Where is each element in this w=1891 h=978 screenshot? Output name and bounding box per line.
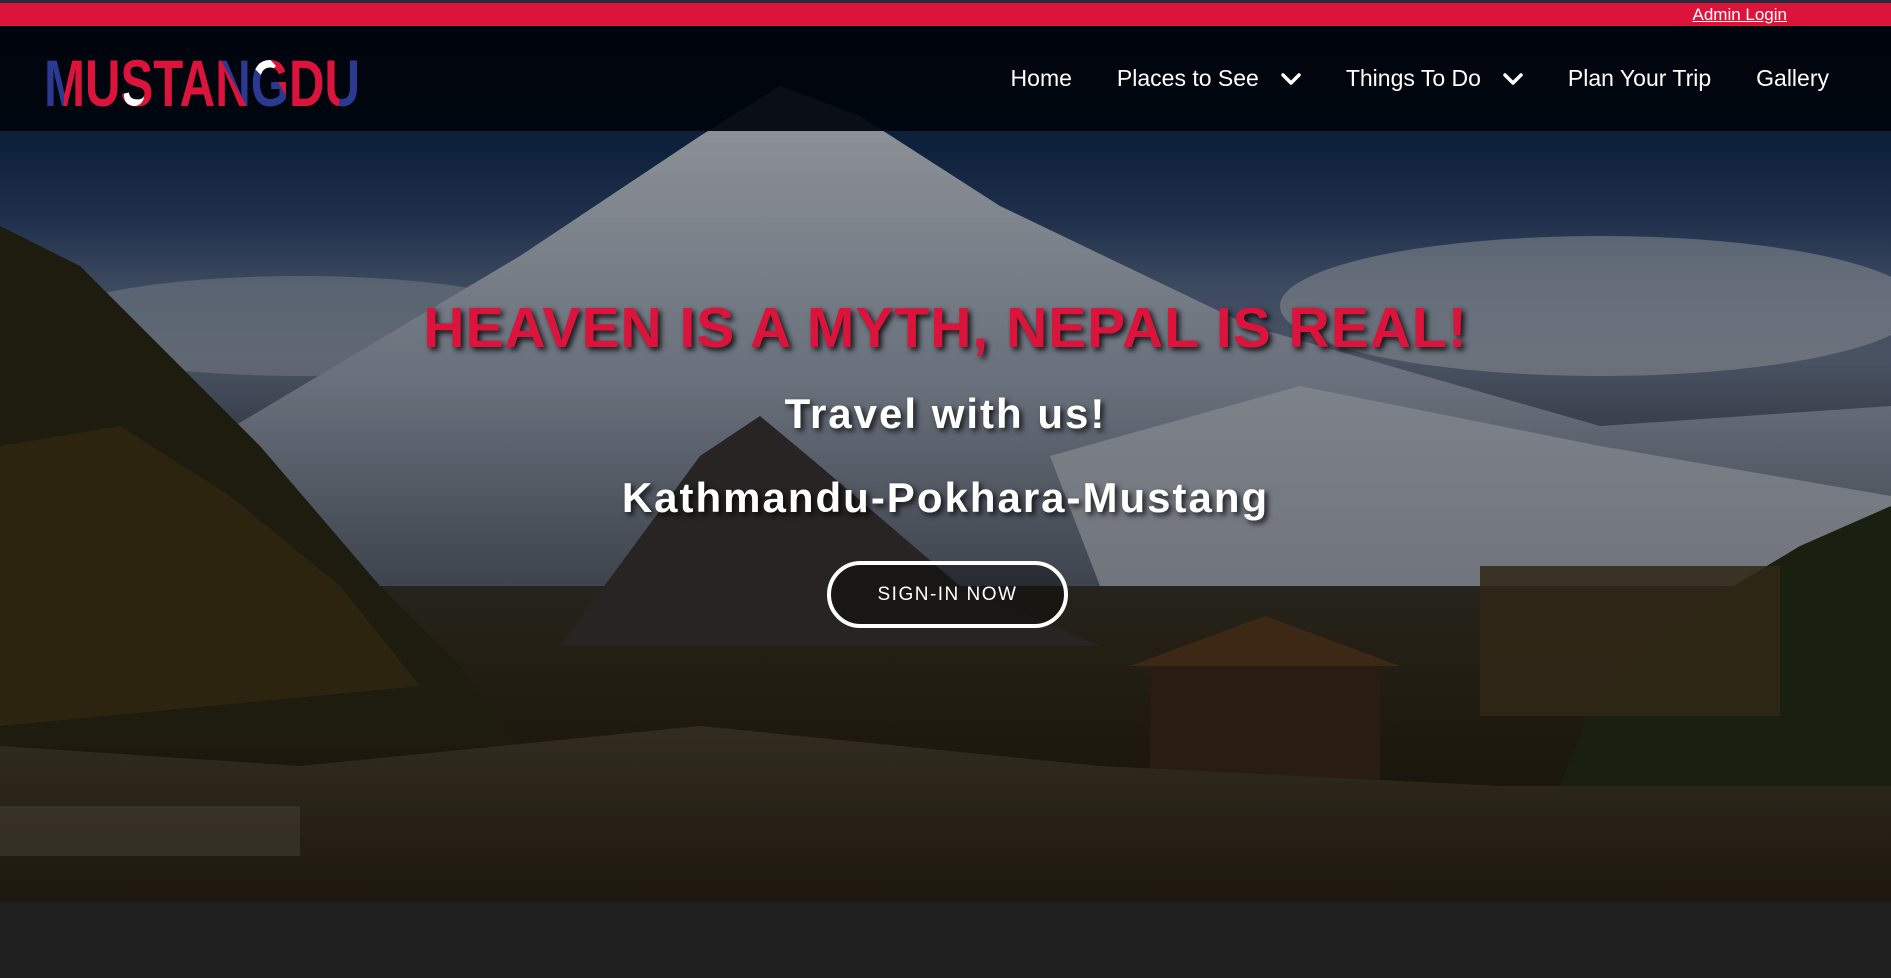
nav-menu: Home Places to See Things To Do Plan You…	[966, 26, 1829, 131]
nav-home-label: Home	[1010, 65, 1072, 91]
chevron-down-icon[interactable]	[1503, 72, 1523, 86]
nav-home[interactable]: Home	[1011, 65, 1072, 92]
brand-logo[interactable]: MUSTANGDU	[44, 48, 364, 115]
top-admin-bar: Admin Login	[0, 0, 1891, 26]
hero-headline: HEAVEN IS A MYTH, NEPAL IS REAL!	[423, 296, 1468, 360]
sign-in-now-label: SIGN-IN NOW	[877, 583, 1018, 605]
nav-places-label: Places to See	[1116, 65, 1259, 91]
main-navbar: MUSTANGDU Home Places to See Things To	[0, 26, 1891, 131]
mustangdu-logo-image: MUSTANGDU	[44, 48, 360, 110]
sign-in-now-button[interactable]: SIGN-IN NOW	[827, 561, 1068, 628]
chevron-down-icon[interactable]	[1281, 72, 1301, 86]
hero-overlay	[0, 26, 1891, 901]
nav-places-to-see[interactable]: Places to See	[1117, 65, 1301, 92]
nav-plan-label: Plan Your Trip	[1567, 65, 1712, 91]
nav-plan-your-trip[interactable]: Plan Your Trip	[1568, 65, 1711, 92]
nav-gallery[interactable]: Gallery	[1756, 65, 1829, 92]
hero-subtitle: Travel with us!	[784, 390, 1107, 437]
nav-things-to-do[interactable]: Things To Do	[1346, 65, 1523, 92]
admin-login-link[interactable]: Admin Login	[1692, 5, 1787, 25]
hero-route: Kathmandu-Pokhara-Mustang	[621, 474, 1270, 521]
hero-banner	[0, 26, 1891, 901]
nav-gallery-label: Gallery	[1756, 65, 1829, 91]
nav-things-label: Things To Do	[1345, 65, 1481, 91]
footer-strip	[0, 901, 1891, 978]
